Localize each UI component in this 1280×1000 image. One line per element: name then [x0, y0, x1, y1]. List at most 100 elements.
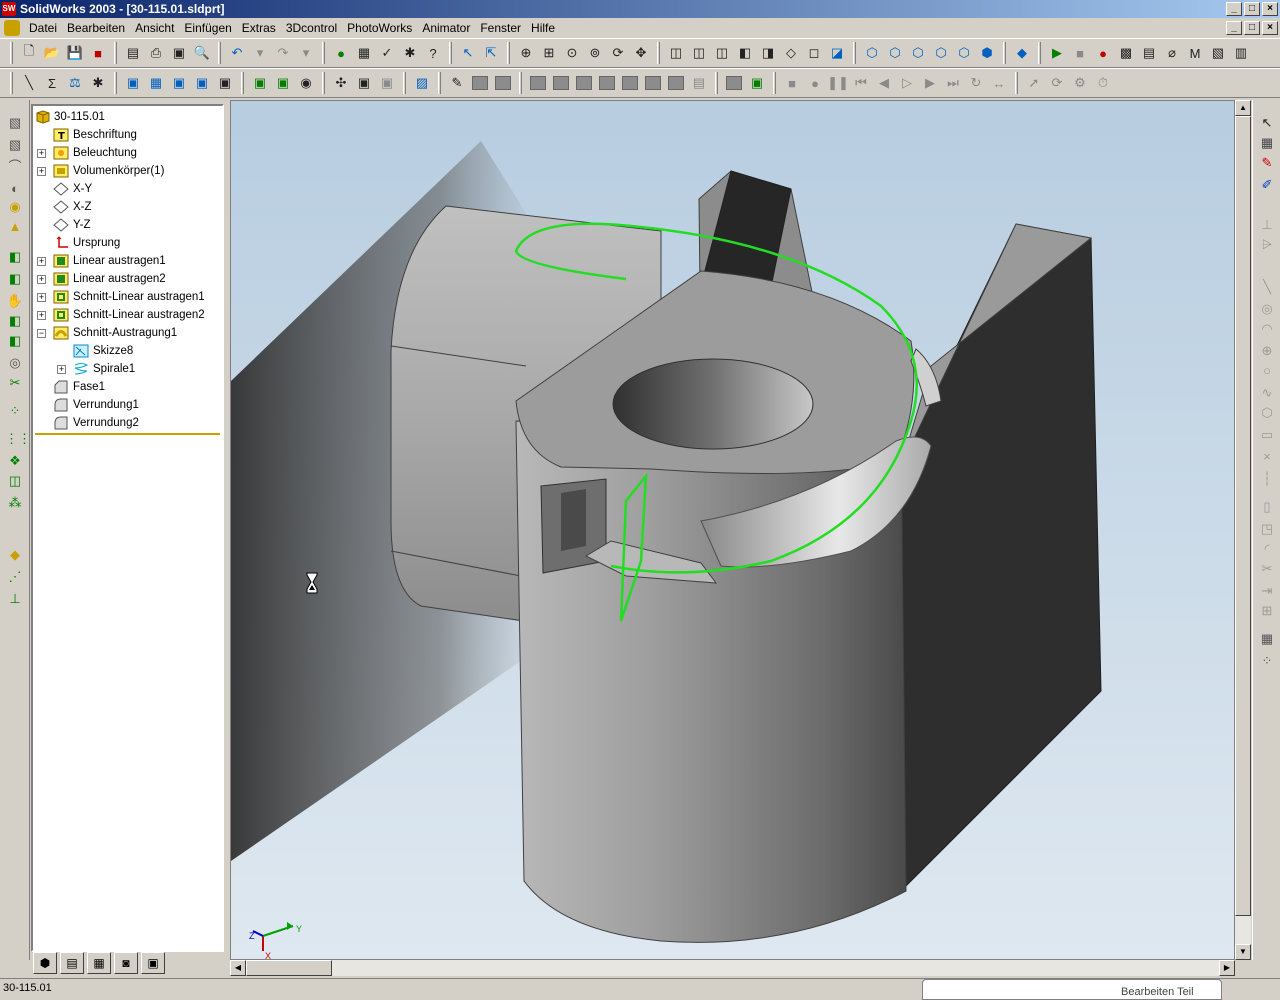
circular-pattern-icon[interactable]: ❖ — [5, 452, 25, 470]
rollback-bar[interactable] — [35, 433, 220, 435]
save-icon[interactable]: 💾 — [64, 42, 86, 64]
record-icon[interactable]: ● — [1092, 42, 1114, 64]
view-front-icon[interactable]: ◫ — [665, 42, 687, 64]
arc-tool-icon[interactable]: ◠ — [1257, 320, 1277, 338]
polygon-tool-icon[interactable]: ⬡ — [1257, 404, 1277, 422]
print-preview-icon[interactable]: 🔍 — [191, 42, 213, 64]
tools-icon[interactable]: ✱ — [399, 42, 421, 64]
model-view[interactable]: Y X Z — [231, 101, 1235, 960]
photoworks-tab-icon[interactable]: ◙ — [114, 952, 138, 974]
sum-icon[interactable]: Σ — [41, 72, 63, 94]
view-left-icon[interactable]: ◫ — [711, 42, 733, 64]
menu-photoworks[interactable]: PhotoWorks — [342, 21, 417, 35]
play-icon[interactable]: ▶ — [1046, 42, 1068, 64]
menu-extras[interactable]: Extras — [237, 21, 281, 35]
pattern-tool-icon[interactable]: ⁘ — [5, 402, 25, 420]
anim-tool-1[interactable]: ➚ — [1023, 72, 1045, 94]
split-tool-icon[interactable]: ✂ — [5, 374, 25, 392]
spline-tool-icon[interactable]: ∿ — [1257, 384, 1277, 402]
normal-to-icon[interactable]: ◆ — [1011, 42, 1033, 64]
expand-toggle[interactable]: + — [37, 275, 46, 284]
zoom-in-out-icon[interactable]: ⊙ — [561, 42, 583, 64]
sketch-tool-icon[interactable]: ✐ — [1257, 176, 1277, 194]
view-wireframe-icon[interactable]: ◇ — [780, 42, 802, 64]
traffic-light-icon[interactable]: ● — [330, 42, 352, 64]
rib-tool-icon[interactable]: ◧ — [5, 332, 25, 350]
mirror-feature-icon[interactable]: ◫ — [5, 472, 25, 490]
graphics-viewport[interactable]: Y X Z — [230, 100, 1235, 960]
property-manager-tab-icon[interactable]: ▤ — [60, 952, 84, 974]
tool-c-icon[interactable]: ▣ — [376, 72, 398, 94]
circular-sketch-pattern-icon[interactable]: ⁘ — [1257, 652, 1277, 670]
slot-tool-icon[interactable]: ▭ — [1257, 426, 1277, 444]
rotate-view-icon[interactable]: ⟳ — [607, 42, 629, 64]
toolbar-grip[interactable] — [10, 72, 13, 94]
more-icon[interactable]: ▥ — [1230, 42, 1252, 64]
anim-tool-2[interactable]: ⟳ — [1046, 72, 1068, 94]
material-icon[interactable]: ◉ — [295, 72, 317, 94]
undo-dropdown-icon[interactable]: ▾ — [249, 42, 271, 64]
point-tool-icon[interactable]: × — [1257, 448, 1277, 466]
tool-d-icon[interactable]: ▨ — [411, 72, 433, 94]
redo-dropdown-icon[interactable]: ▾ — [295, 42, 317, 64]
zoom-fit-icon[interactable]: ⊕ — [515, 42, 537, 64]
mirror-icon[interactable]: ▧ — [1207, 42, 1229, 64]
window-titlebar[interactable]: SW SolidWorks 2003 - [30-115.01.sldprt] … — [0, 0, 1280, 18]
zoom-image-icon[interactable]: ▣ — [168, 72, 190, 94]
anim-frame-1[interactable] — [469, 72, 491, 94]
expand-toggle[interactable]: + — [37, 257, 46, 266]
fillet-tool-icon[interactable]: ◧ — [5, 248, 25, 266]
select-icon[interactable]: ↖ — [457, 42, 479, 64]
solidworks-app-icon[interactable]: SW — [2, 2, 16, 16]
stop-anim-icon[interactable]: ■ — [781, 72, 803, 94]
circle-tool-icon[interactable]: ○ — [1257, 362, 1277, 380]
anim-frame-6[interactable] — [596, 72, 618, 94]
coordinate-system-icon[interactable]: ⊥ — [5, 590, 25, 608]
view-dimetric-icon[interactable]: ⬢ — [976, 42, 998, 64]
anim-list-icon[interactable]: ▤ — [688, 72, 710, 94]
expand-toggle[interactable]: + — [37, 311, 46, 320]
print-html-icon[interactable]: ▤ — [122, 42, 144, 64]
menu-hilfe[interactable]: Hilfe — [526, 21, 560, 35]
curve-pattern-icon[interactable]: ⁂ — [5, 494, 25, 512]
options-grid-icon[interactable]: ▦ — [353, 42, 375, 64]
linear-sketch-pattern-icon[interactable]: ▦ — [1257, 630, 1277, 648]
anim-export-icon[interactable]: ▣ — [746, 72, 768, 94]
diameter-icon[interactable]: ⌀ — [1161, 42, 1183, 64]
new-file-icon[interactable]: 🗋 — [18, 42, 40, 64]
export-image-icon[interactable]: ▣ — [214, 72, 236, 94]
m-icon[interactable]: M — [1184, 42, 1206, 64]
pan-icon[interactable]: ✥ — [630, 42, 652, 64]
anim-frame-10[interactable] — [723, 72, 745, 94]
stop-icon[interactable]: ■ — [1069, 42, 1091, 64]
view-shaded-icon[interactable]: ◧ — [734, 42, 756, 64]
anim-frame-3[interactable] — [527, 72, 549, 94]
pause-icon[interactable]: ❚❚ — [827, 72, 849, 94]
centerline-tool-icon[interactable]: ┆ — [1257, 470, 1277, 488]
extrude-tool-icon[interactable]: ▧ — [5, 114, 25, 132]
sweep-tool-icon[interactable]: ⌒ — [5, 158, 25, 176]
dimension-tool-icon[interactable]: ⊥ — [1257, 216, 1277, 234]
scroll-left-icon[interactable]: ◀ — [230, 960, 246, 976]
reciprocate-icon[interactable]: ↔ — [988, 72, 1010, 94]
anim-frame-4[interactable] — [550, 72, 572, 94]
relation-tool-icon[interactable]: ⩥ — [1257, 236, 1277, 254]
tool-a-icon[interactable]: ✣ — [330, 72, 352, 94]
animator-icon[interactable]: ✎ — [446, 72, 468, 94]
reference-axis-icon[interactable]: ⋰ — [5, 568, 25, 586]
animator-tab-icon[interactable]: ▣ — [141, 952, 165, 974]
view-trimetric-icon[interactable]: ⬡ — [953, 42, 975, 64]
anim-tool-3[interactable]: ⚙ — [1069, 72, 1091, 94]
hole-tool-icon[interactable]: ▲ — [5, 218, 25, 236]
revolve-tool-icon[interactable]: ▧ — [5, 136, 25, 154]
view-right-icon[interactable]: ⬡ — [930, 42, 952, 64]
anim-frame-5[interactable] — [573, 72, 595, 94]
anim-tool-4[interactable]: ⏱ — [1092, 72, 1114, 94]
linear-pattern-icon[interactable]: ⋮⋮ — [5, 430, 31, 448]
render-icon[interactable]: ▣ — [249, 72, 271, 94]
doc-restore-button[interactable]: □ — [1244, 21, 1260, 35]
expand-toggle[interactable]: + — [37, 167, 46, 176]
macro-icon[interactable]: ▩ — [1115, 42, 1137, 64]
vertical-scroll-thumb[interactable] — [1235, 116, 1251, 916]
dome-tool-icon[interactable]: ◎ — [5, 354, 25, 372]
